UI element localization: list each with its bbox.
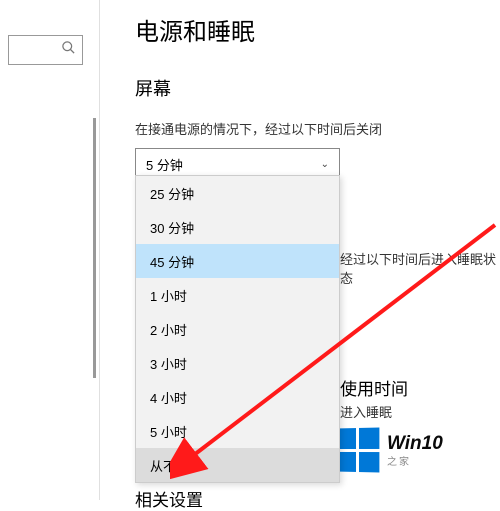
chevron-down-icon: ⌄ (321, 159, 329, 170)
time-dropdown: 25 分钟30 分钟45 分钟1 小时2 小时3 小时4 小时5 小时从不 (135, 175, 340, 483)
page-title: 电源和睡眠 (135, 12, 495, 47)
dropdown-option[interactable]: 4 小时 (136, 380, 339, 414)
dropdown-option[interactable]: 5 小时 (136, 414, 339, 448)
dropdown-option[interactable]: 25 分钟 (136, 176, 339, 210)
left-panel (0, 0, 100, 500)
related-settings: 相关设置 (135, 486, 203, 511)
watermark: Win10 之家 (335, 428, 443, 472)
section-screen: 屏幕 (135, 75, 495, 101)
nav-indicator (93, 118, 97, 378)
dropdown-option[interactable]: 30 分钟 (136, 210, 339, 244)
dropdown-option[interactable]: 2 小时 (136, 312, 339, 346)
dropdown-option[interactable]: 3 小时 (136, 346, 339, 380)
dropdown-option[interactable]: 1 小时 (136, 278, 339, 312)
usage-sub: 进入睡眠 (340, 402, 392, 421)
search-input[interactable] (8, 35, 83, 65)
screen-off-label: 在接通电源的情况下，经过以下时间后关闭 (135, 119, 495, 138)
search-icon (61, 40, 76, 60)
sleep-hint: 经过以下时间后进入睡眠状态 (340, 249, 500, 287)
screen-off-value: 5 分钟 (146, 155, 183, 174)
dropdown-option[interactable]: 45 分钟 (136, 244, 339, 278)
content-area: 电源和睡眠 屏幕 在接通电源的情况下，经过以下时间后关闭 5 分钟 ⌄ (135, 0, 495, 180)
usage-title: 使用时间 (340, 375, 408, 400)
windows-logo-icon (336, 427, 380, 472)
watermark-text: Win10 之家 (387, 433, 443, 468)
dropdown-option[interactable]: 从不 (136, 448, 339, 482)
